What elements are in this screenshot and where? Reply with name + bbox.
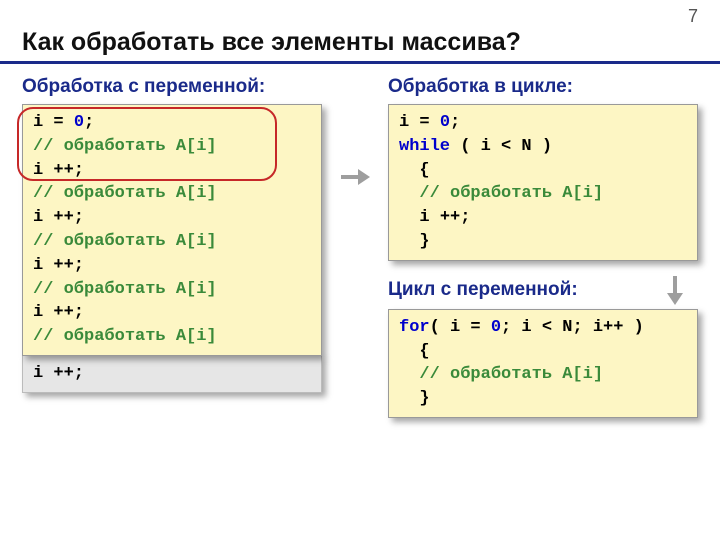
right-codebox-1: i = 0; while ( i < N ) { // обработать A… <box>388 104 698 261</box>
right-heading-1: Обработка в цикле: <box>388 76 698 98</box>
right-column: Обработка в цикле: i = 0; while ( i < N … <box>388 70 698 418</box>
left-grey-codebox: i ++; <box>22 355 322 393</box>
right-code-2: for( i = 0; i < N; i++ ) { // обработать… <box>399 316 687 411</box>
arrow-right-icon <box>340 166 370 188</box>
left-grey-code: i ++; <box>33 362 311 386</box>
arrow-right-cell <box>340 70 370 418</box>
columns: Обработка с переменной: i = 0; // обрабо… <box>0 70 720 418</box>
right-codebox-2: for( i = 0; i < N; i++ ) { // обработать… <box>388 309 698 418</box>
left-codebox: i = 0; // обработать A[i] i ++; // обраб… <box>22 104 322 356</box>
left-code: i = 0; // обработать A[i] i ++; // обраб… <box>33 111 311 349</box>
left-column: Обработка с переменной: i = 0; // обрабо… <box>22 70 322 418</box>
slide-title: Как обработать все элементы массива? <box>0 0 720 64</box>
row-heading-2: Цикл с переменной: <box>388 275 698 305</box>
left-codebox-wrap: i = 0; // обработать A[i] i ++; // обраб… <box>22 104 322 393</box>
right-code-1: i = 0; while ( i < N ) { // обработать A… <box>399 111 687 254</box>
arrow-down-icon <box>664 275 686 305</box>
page-number: 7 <box>688 6 698 27</box>
left-heading: Обработка с переменной: <box>22 76 322 98</box>
right-heading-2: Цикл с переменной: <box>388 279 578 301</box>
